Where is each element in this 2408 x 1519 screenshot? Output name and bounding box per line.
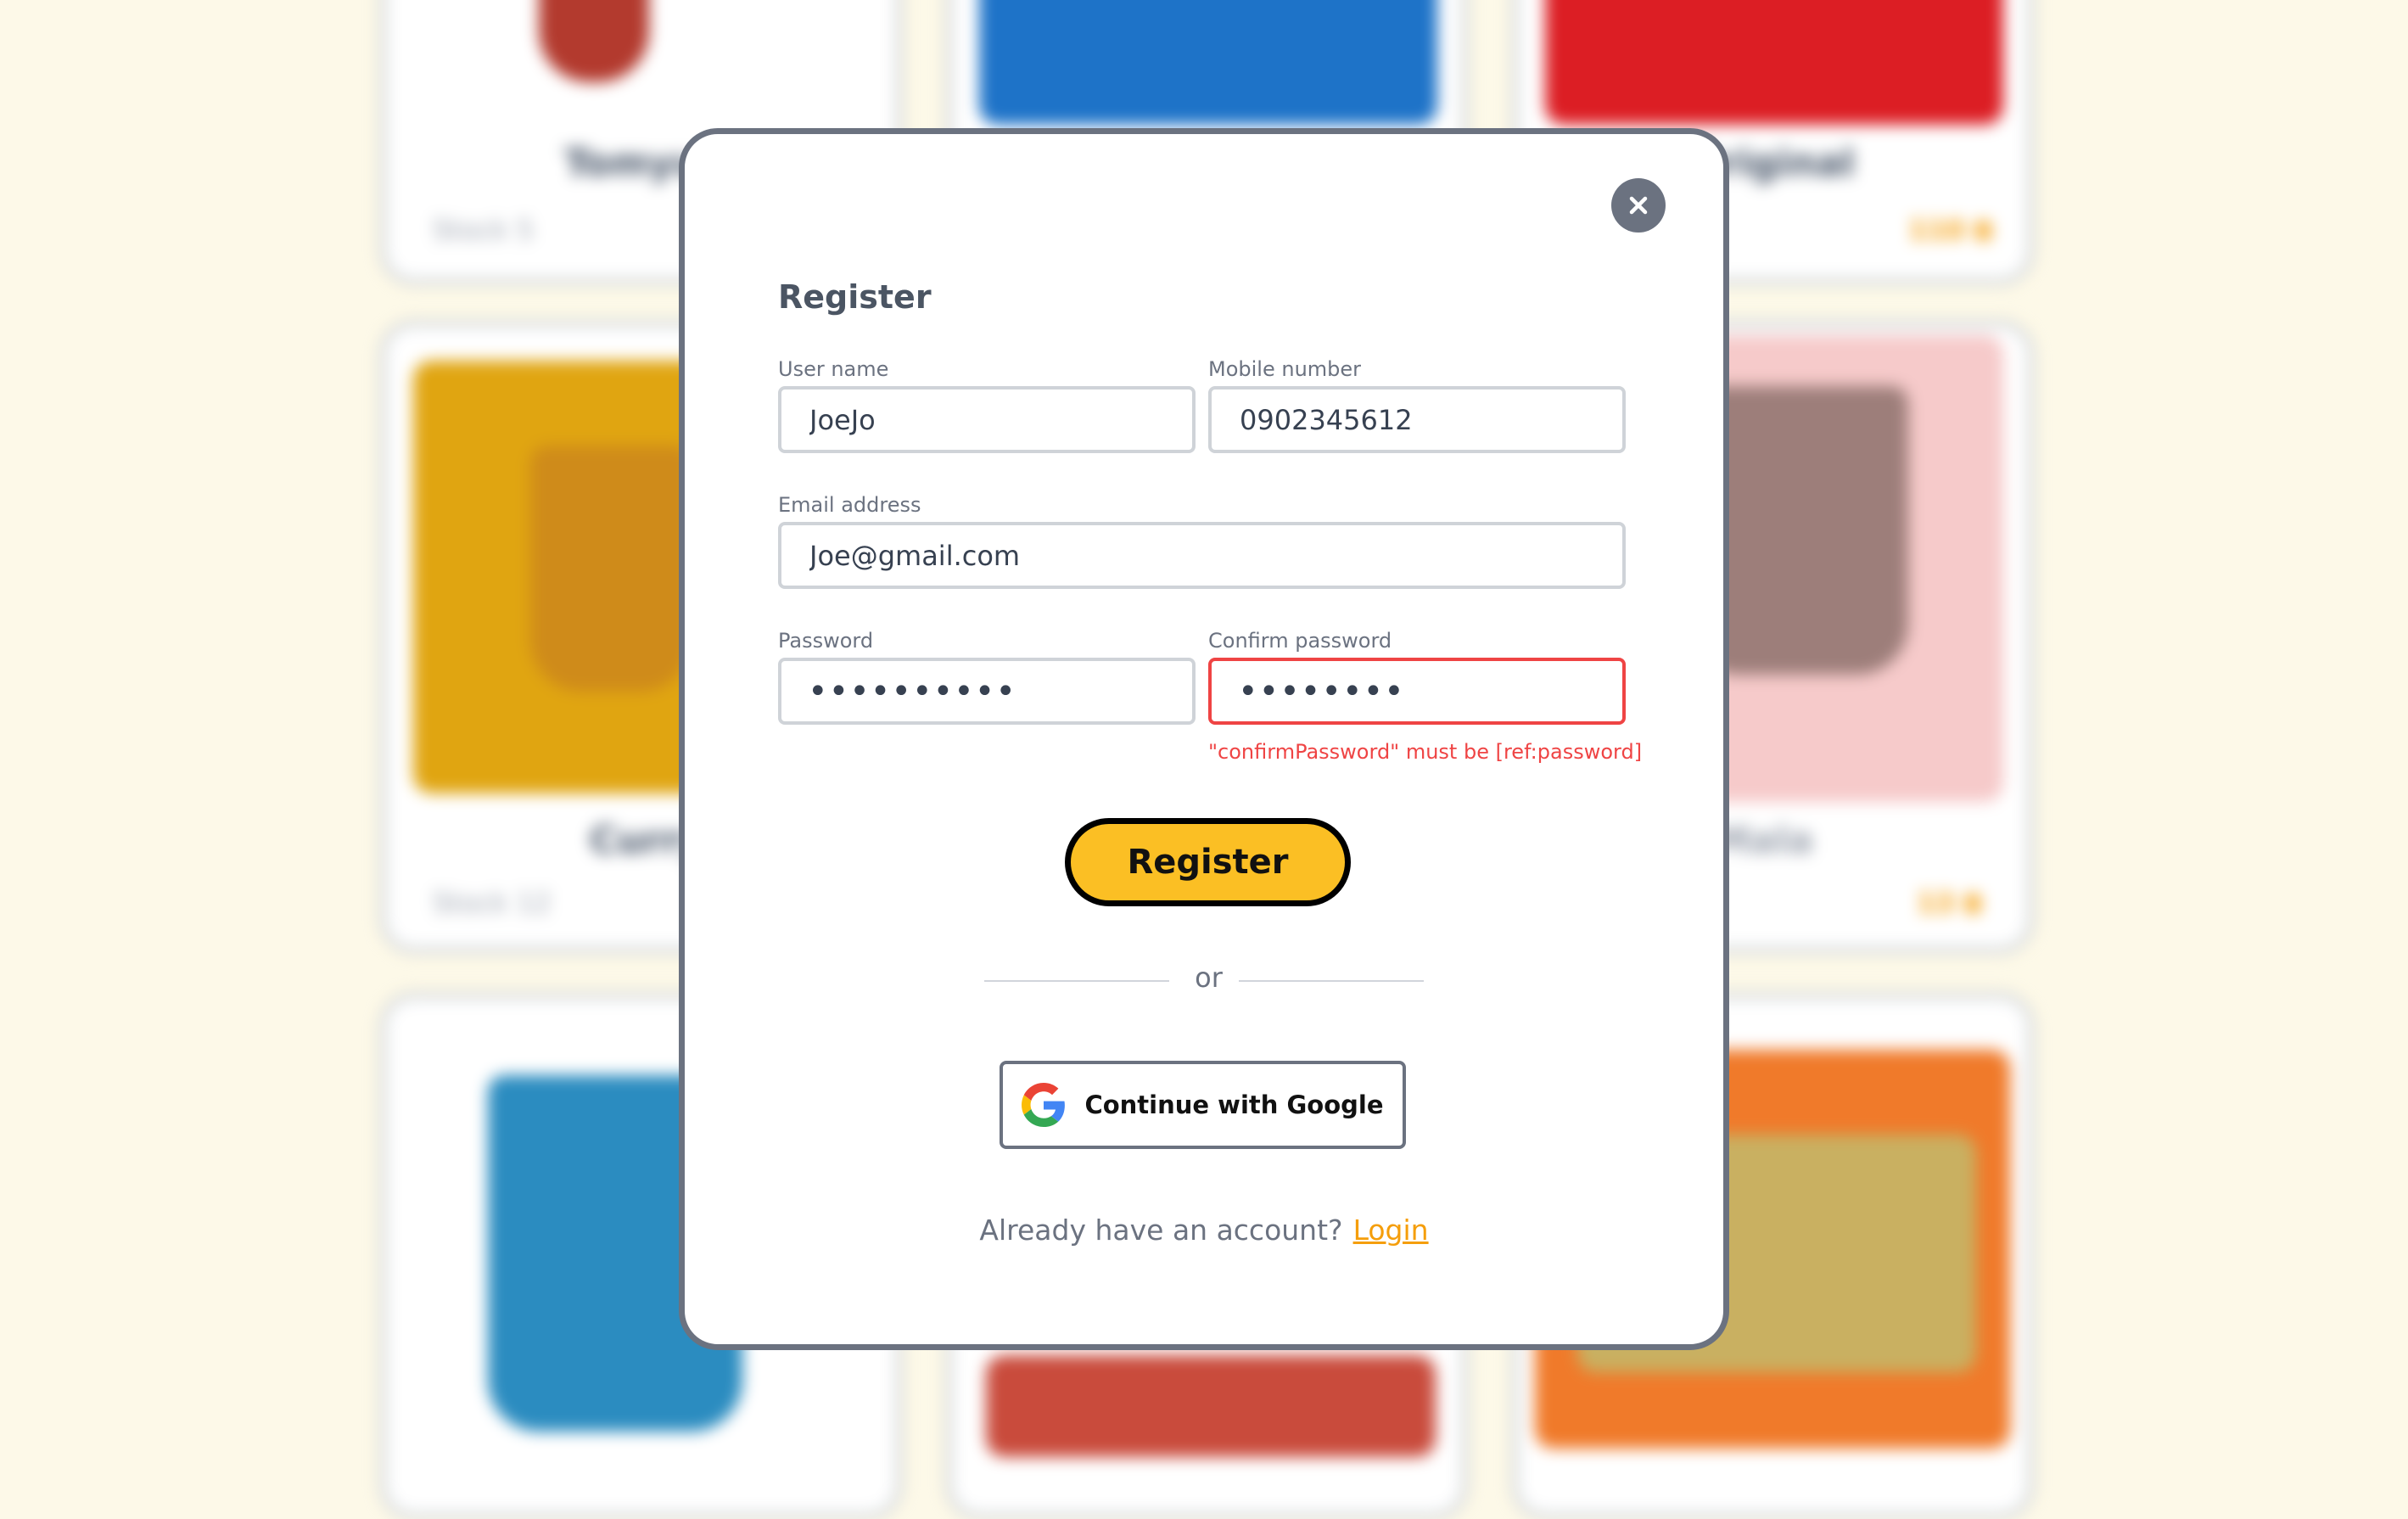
divider-right (1239, 980, 1424, 982)
product-price: 110 ฿ (1908, 214, 1994, 246)
google-signin-button[interactable]: Continue with Google (1000, 1061, 1406, 1149)
register-button[interactable]: Register (1065, 818, 1351, 906)
password-field[interactable] (778, 658, 1196, 725)
close-button[interactable] (1611, 178, 1666, 233)
modal-title: Register (778, 278, 932, 316)
login-prompt: Already have an account? Login (685, 1214, 1723, 1247)
register-modal: Register User name Mobile number Email a… (679, 128, 1729, 1350)
mobile-label: Mobile number (1208, 357, 1362, 381)
email-label: Email address (778, 493, 921, 517)
confirm-password-label: Confirm password (1208, 629, 1392, 653)
product-price: 13 ฿ (1917, 887, 1983, 919)
login-link[interactable]: Login (1353, 1214, 1429, 1247)
email-field[interactable] (778, 522, 1626, 589)
confirm-password-error: "confirmPassword" must be [ref:password] (1208, 740, 1643, 764)
login-prompt-text: Already have an account? (979, 1214, 1343, 1247)
divider-left (984, 980, 1169, 982)
username-field[interactable] (778, 386, 1196, 453)
username-label: User name (778, 357, 889, 381)
divider-or: or (1195, 961, 1223, 994)
close-icon (1629, 196, 1648, 215)
confirm-password-field[interactable] (1208, 658, 1626, 725)
product-stock: Stock 12 (433, 887, 552, 919)
google-button-label: Continue with Google (1084, 1090, 1384, 1119)
password-label: Password (778, 629, 874, 653)
product-stock: Stock 5 (433, 214, 535, 246)
mobile-field[interactable] (1208, 386, 1626, 453)
google-icon (1022, 1083, 1066, 1127)
